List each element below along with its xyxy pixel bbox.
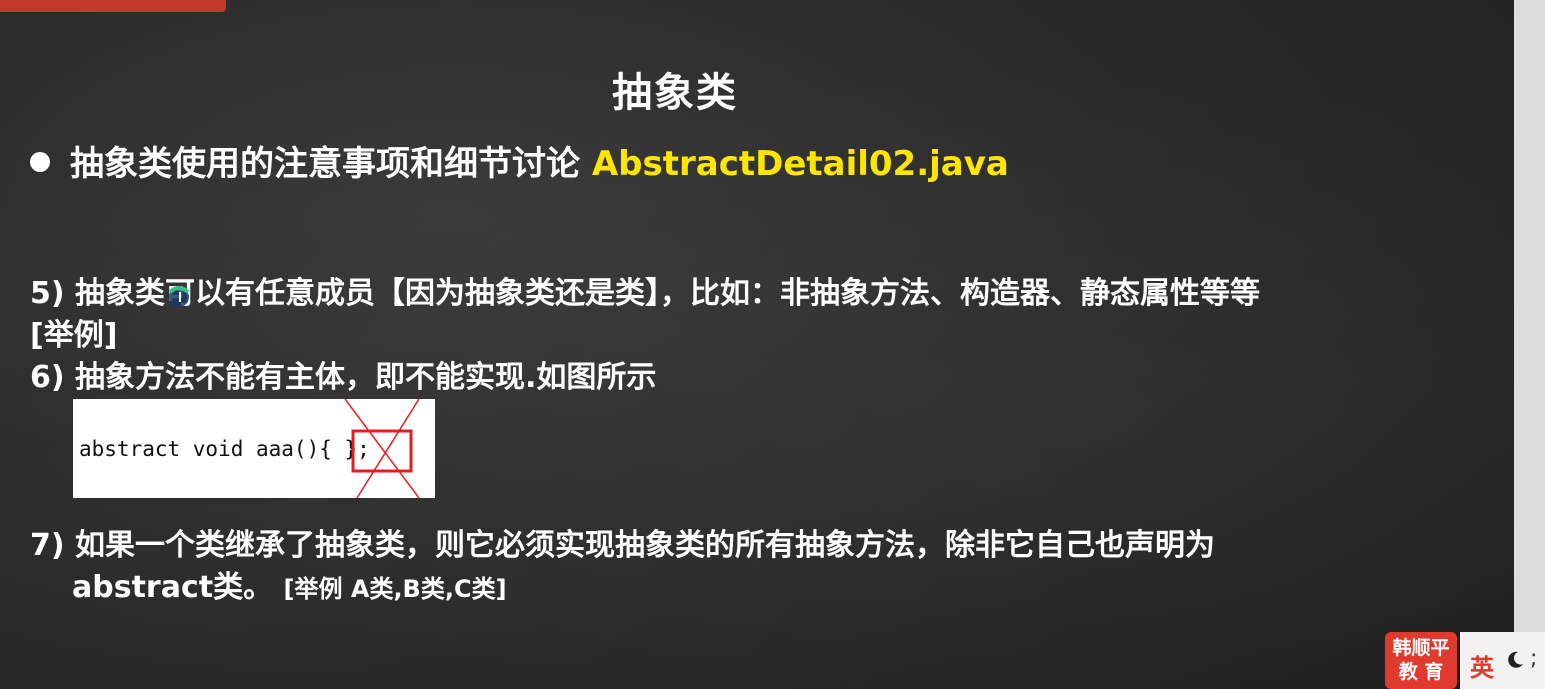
bullet-dot-icon [30,151,50,172]
window-edge [1514,0,1545,689]
top-tab[interactable] [0,0,226,12]
moon-icon[interactable] [1505,650,1525,670]
slide-title: 抽象类 [612,70,738,116]
point-7-line2: abstract类。 [举例 A类,B类,C类] [72,562,507,606]
logo-line2: 教 育 [1398,661,1444,683]
ime-punctuation-toggle[interactable]: ; [1530,646,1537,671]
point-7-example: [举例 A类,B类,C类] [283,575,507,603]
ime-toolbar[interactable]: 英 ; [1460,632,1545,689]
code-figure: abstract void aaa(){ }; [73,399,435,498]
crossed-out-body-mark [344,399,420,498]
bullet-heading: 抽象类使用的注意事项和细节讨论 AbstractDetail02.java [30,136,1009,185]
ime-language-toggle[interactable]: 英 [1470,648,1494,683]
logo-line1: 韩顺平 [1392,637,1450,659]
brand-logo: 韩顺平 教 育 [1385,632,1457,689]
point-5-line2: [举例] [30,318,118,353]
point-5-line1: 5) 抽象类可以有任意成员【因为抽象类还是类】，比如：非抽象方法、构造器、静态属… [30,276,1261,311]
filename-label: AbstractDetail02.java [591,144,1009,184]
point-7-main: abstract类。 [72,570,274,605]
point-7-line1: 7) 如果一个类继承了抽象类，则它必须实现抽象类的所有抽象方法，除非它自己也声明… [30,528,1216,563]
pointer-cursor-icon [168,286,190,307]
bullet-text: 抽象类使用的注意事项和细节讨论 [70,144,592,184]
point-6: 6) 抽象方法不能有主体，即不能实现.如图所示 [30,360,657,395]
